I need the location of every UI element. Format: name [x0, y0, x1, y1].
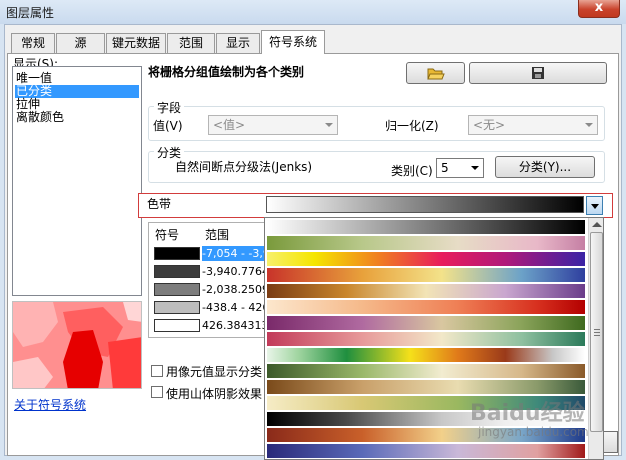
symbology-preview-image — [12, 301, 142, 389]
class-swatch[interactable] — [154, 283, 200, 296]
class-range[interactable]: -2,038.2509 — [202, 282, 266, 297]
chevron-up-icon[interactable] — [592, 222, 602, 227]
close-button[interactable]: x — [578, 0, 620, 18]
preview-map-icon — [13, 302, 141, 388]
classes-combo[interactable]: 5 — [436, 158, 484, 178]
chevron-down-icon — [585, 123, 593, 127]
class-swatch[interactable] — [154, 247, 200, 260]
watermark-logo: Baidu经验 — [470, 401, 585, 426]
ramp-option[interactable] — [267, 236, 585, 250]
classification-method: 自然间断点分级法(Jenks) — [175, 160, 313, 174]
class-range[interactable]: -7,054 - -3,9 — [202, 246, 266, 261]
scrollbar-thumb[interactable] — [590, 232, 603, 432]
table-row[interactable]: -3,940.7764 — [149, 263, 266, 280]
ramp-list-scrollbar[interactable] — [588, 218, 603, 459]
ramp-option[interactable] — [267, 364, 585, 378]
open-layer-button[interactable] — [406, 62, 465, 84]
color-ramp-dropdown-button[interactable] — [586, 196, 603, 215]
table-row[interactable]: -2,038.2509 — [149, 281, 266, 298]
ramp-option[interactable] — [267, 332, 585, 346]
save-icon — [532, 67, 544, 79]
chevron-down-icon — [471, 166, 479, 170]
tab-display[interactable]: 显示 — [216, 33, 260, 53]
table-row[interactable]: -7,054 - -3,9 — [149, 245, 266, 262]
renderer-description: 将栅格分组值绘制为各个类别 — [148, 65, 305, 79]
class-swatch[interactable] — [154, 319, 200, 332]
close-icon: x — [594, 0, 604, 15]
color-ramp-label: 色带 — [147, 197, 172, 211]
class-swatch[interactable] — [154, 301, 200, 314]
show-raster-checkbox[interactable] — [151, 365, 163, 377]
value-field-combo[interactable]: <值> — [208, 115, 338, 135]
symbol-column-header[interactable]: 符号 — [155, 226, 179, 243]
hillshade-checkbox[interactable] — [151, 386, 163, 398]
ramp-option[interactable] — [267, 284, 585, 298]
ramp-option[interactable] — [267, 348, 585, 362]
chevron-down-icon — [591, 204, 599, 209]
class-range[interactable]: -438.4 - 426 — [202, 300, 266, 315]
chevron-down-icon — [325, 123, 333, 127]
tab-extent[interactable]: 范围 — [167, 33, 215, 53]
ramp-option[interactable] — [267, 252, 585, 266]
tab-symbology[interactable]: 符号系统 — [261, 30, 325, 54]
ramp-option[interactable] — [267, 316, 585, 330]
range-column-header[interactable]: 范围 — [205, 226, 229, 243]
classes-table[interactable]: 符号 范围 -7,054 - -3,9 -3,940.7764 -2,038.2… — [148, 222, 266, 338]
field-group-label: 字段 — [154, 99, 185, 116]
class-range[interactable]: -3,940.7764 — [202, 264, 266, 279]
ramp-option[interactable] — [267, 444, 585, 458]
list-item[interactable]: 离散颜色 — [15, 111, 139, 124]
about-symbology-link[interactable]: 关于符号系统 — [14, 396, 86, 413]
folder-open-icon — [426, 68, 445, 80]
ramp-option[interactable] — [267, 380, 585, 394]
normalize-label: 归一化(Z) — [385, 119, 439, 133]
ramp-option[interactable] — [267, 220, 585, 234]
title-bar — [0, 0, 626, 24]
value-label: 值(V) — [153, 119, 183, 133]
window-title: 图层属性 — [6, 6, 55, 20]
save-layer-button[interactable] — [469, 62, 607, 84]
classify-button[interactable]: 分类(Y)... — [495, 156, 595, 178]
ramp-option[interactable] — [267, 268, 585, 282]
color-ramp-selected[interactable] — [266, 196, 584, 213]
tab-metadata[interactable]: 键元数据 — [106, 33, 166, 53]
table-row[interactable]: -438.4 - 426 — [149, 299, 266, 316]
tab-source[interactable]: 源 — [56, 33, 105, 53]
class-range[interactable]: 426.3843137 — [202, 318, 266, 333]
table-row[interactable]: 426.3843137 — [149, 317, 266, 334]
ramp-option[interactable] — [267, 300, 585, 314]
hillshade-label: 使用山体阴影效果 — [166, 387, 263, 401]
renderer-list[interactable]: 唯一值 已分类 拉伸 离散颜色 — [12, 66, 142, 296]
class-swatch[interactable] — [154, 265, 200, 278]
classes-label: 类别(C) — [391, 164, 433, 178]
normalize-combo[interactable]: <无> — [468, 115, 598, 135]
tab-general[interactable]: 常规 — [11, 33, 55, 53]
show-raster-label: 用像元值显示分类 — [166, 365, 263, 379]
watermark-url: jingyan.baidu.com — [478, 425, 589, 439]
